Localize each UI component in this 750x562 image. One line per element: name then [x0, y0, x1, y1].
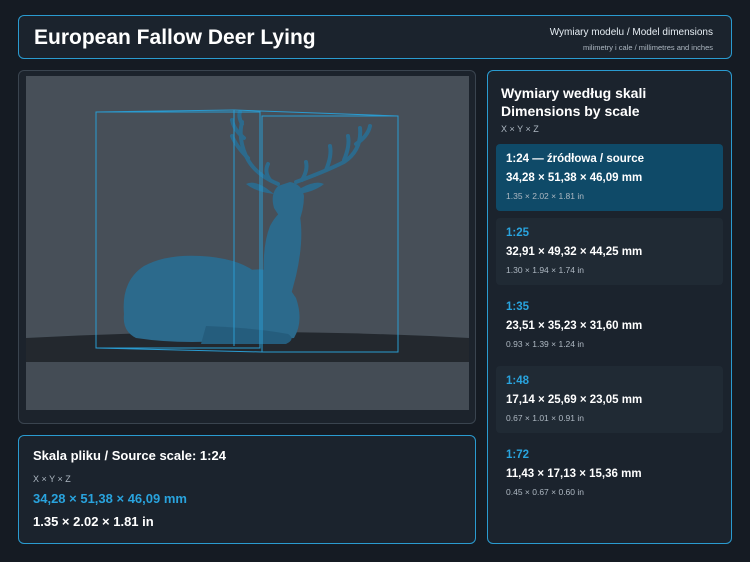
scale-dimensions-inches: 0.45 × 0.67 × 0.60 in [506, 487, 584, 497]
scale-label: 1:48 [506, 375, 530, 387]
scale-label: 1:24 — źródłowa / source [506, 153, 645, 165]
scale-label: 1:25 [506, 227, 530, 239]
scales-panel: Wymiary według skali Dimensions by scale… [487, 70, 732, 544]
scale-dimensions-mm: 23,51 × 35,23 × 31,60 mm [506, 320, 643, 332]
scales-axes-label: X × Y × Z [501, 124, 539, 134]
header-units-note: milimetry i cale / millimetres and inche… [582, 43, 713, 52]
scale-dimensions-inches: 1.30 × 1.94 × 1.74 in [506, 265, 584, 275]
scale-card-1-48[interactable]: 1:48 17,14 × 25,69 × 23,05 mm 0.67 × 1.0… [496, 366, 723, 433]
scale-card-1-35[interactable]: 1:35 23,51 × 35,23 × 31,60 mm 0.93 × 1.3… [496, 292, 723, 359]
model-viewer[interactable] [26, 76, 469, 410]
deer-model-render [26, 76, 469, 410]
source-dimensions-mm: 34,28 × 51,38 × 46,09 mm [33, 491, 187, 506]
scales-title: Wymiary według skali Dimensions by scale [501, 85, 647, 119]
scale-dimensions-mm: 32,91 × 49,32 × 44,25 mm [506, 246, 643, 258]
header-bar: European Fallow Deer Lying Wymiary model… [18, 15, 732, 59]
viewer-floor [26, 362, 469, 410]
scale-label: 1:72 [506, 449, 530, 461]
scale-label: 1:35 [506, 301, 530, 313]
scale-dimensions-inches: 0.93 × 1.39 × 1.24 in [506, 339, 584, 349]
model-viewer-frame [18, 70, 476, 424]
scale-card-1-25[interactable]: 1:25 32,91 × 49,32 × 44,25 mm 1.30 × 1.9… [496, 218, 723, 285]
header-subtitle: Wymiary modelu / Model dimensions [549, 27, 713, 38]
page-title: European Fallow Deer Lying [34, 26, 316, 49]
scale-dimensions-mm: 34,28 × 51,38 × 46,09 mm [506, 172, 643, 184]
source-dimensions-inches: 1.35 × 2.02 × 1.81 in [33, 514, 154, 529]
scale-card-1-24[interactable]: 1:24 — źródłowa / source 34,28 × 51,38 ×… [496, 144, 723, 211]
scale-dimensions-mm: 17,14 × 25,69 × 23,05 mm [506, 394, 643, 406]
scale-dimensions-inches: 1.35 × 2.02 × 1.81 in [506, 191, 584, 201]
source-scale-title: Skala pliku / Source scale: 1:24 [33, 448, 226, 463]
source-axes-label: X × Y × Z [33, 474, 71, 484]
scale-dimensions-inches: 0.67 × 1.01 × 0.91 in [506, 413, 584, 423]
source-scale-panel: Skala pliku / Source scale: 1:24 X × Y ×… [18, 435, 476, 544]
scale-card-1-72[interactable]: 1:72 11,43 × 17,13 × 15,36 mm 0.45 × 0.6… [496, 440, 723, 507]
scale-dimensions-mm: 11,43 × 17,13 × 15,36 mm [506, 468, 642, 480]
